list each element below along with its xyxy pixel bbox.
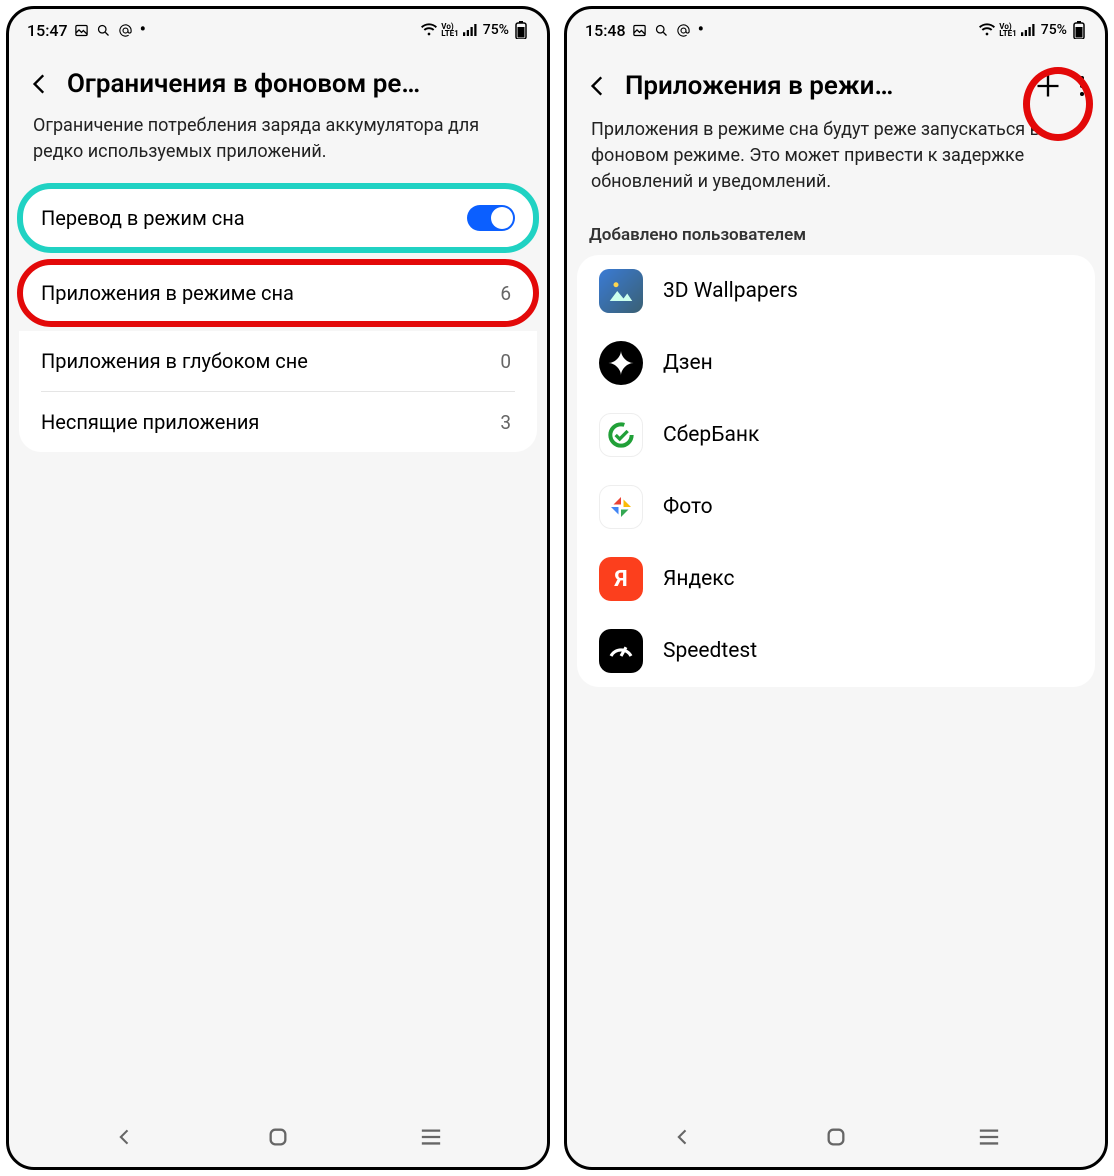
volte-icon: Vo)LTE1 xyxy=(999,23,1017,37)
row-label: Приложения в глубоком сне xyxy=(41,349,500,373)
row-count: 3 xyxy=(500,411,511,434)
row-label: Неспящие приложения xyxy=(41,410,500,434)
app-row[interactable]: СберБанк xyxy=(577,399,1095,471)
wifi-icon xyxy=(421,22,437,38)
signal-icon xyxy=(463,22,479,38)
app-icon-photos xyxy=(599,485,643,529)
sleep-mode-toggle-row[interactable]: Перевод в режим сна xyxy=(17,183,539,253)
section-header: Добавлено пользователем xyxy=(567,213,1105,251)
status-left: 15:47 • xyxy=(27,21,146,40)
app-name: Яндекс xyxy=(663,567,734,591)
battery-percent: 75% xyxy=(1041,22,1067,38)
app-name: Speedtest xyxy=(663,639,757,663)
battery-percent: 75% xyxy=(483,22,509,38)
app-row[interactable]: Я Яндекс xyxy=(577,543,1095,615)
at-icon xyxy=(676,22,692,38)
page-title: Приложения в режи… xyxy=(625,71,1017,101)
app-bar: Ограничения в фоновом ре… xyxy=(9,45,547,109)
at-icon xyxy=(118,22,134,38)
search-icon xyxy=(654,22,670,38)
page-title: Ограничения в фоновом ре… xyxy=(67,69,529,99)
nav-back-icon[interactable] xyxy=(105,1117,145,1157)
wifi-icon xyxy=(979,22,995,38)
signal-icon xyxy=(1021,22,1037,38)
status-time: 15:48 xyxy=(585,21,626,40)
row-count: 0 xyxy=(500,350,511,373)
app-row[interactable]: 3D Wallpapers xyxy=(577,255,1095,327)
back-icon[interactable] xyxy=(585,73,611,99)
status-bar: 15:47 • Vo)LTE1 75% xyxy=(9,9,547,45)
page-description: Приложения в режиме сна будут реже запус… xyxy=(567,113,1105,213)
dot-icon: • xyxy=(140,21,146,39)
toggle-switch[interactable] xyxy=(467,205,515,231)
apps-list: 3D Wallpapers Дзен СберБанк Фото Я Яндек… xyxy=(577,255,1095,687)
app-row[interactable]: Speedtest xyxy=(577,615,1095,687)
never-sleep-apps-row[interactable]: Неспящие приложения 3 xyxy=(19,392,537,452)
navigation-bar xyxy=(9,1111,547,1167)
battery-icon xyxy=(1071,22,1087,38)
status-left: 15:48 • xyxy=(585,21,704,40)
sleep-toggle-label: Перевод в режим сна xyxy=(41,206,467,230)
battery-icon xyxy=(513,22,529,38)
app-name: 3D Wallpapers xyxy=(663,279,798,303)
row-label: Приложения в режиме сна xyxy=(41,281,500,305)
nav-recents-icon[interactable] xyxy=(969,1117,1009,1157)
app-name: Дзен xyxy=(663,351,713,375)
image-icon xyxy=(74,22,90,38)
screen-sleeping-apps: 15:48 • Vo)LTE1 75% Приложения в режи… П… xyxy=(564,6,1108,1170)
row-count: 6 xyxy=(500,282,511,305)
sleeping-apps-row[interactable]: Приложения в режиме сна 6 xyxy=(17,259,539,327)
image-icon xyxy=(632,22,648,38)
navigation-bar xyxy=(567,1111,1105,1167)
app-icon-speedtest xyxy=(599,629,643,673)
more-icon[interactable] xyxy=(1079,74,1087,98)
status-time: 15:47 xyxy=(27,21,68,40)
app-icon-dzen xyxy=(599,341,643,385)
app-bar: Приложения в режи… xyxy=(567,45,1105,113)
app-row[interactable]: Дзен xyxy=(577,327,1095,399)
dot-icon: • xyxy=(698,21,704,39)
nav-home-icon[interactable] xyxy=(816,1117,856,1157)
app-icon-yandex: Я xyxy=(599,557,643,601)
app-icon-wallpapers xyxy=(599,269,643,313)
status-bar: 15:48 • Vo)LTE1 75% xyxy=(567,9,1105,45)
nav-recents-icon[interactable] xyxy=(411,1117,451,1157)
app-icon-sber xyxy=(599,413,643,457)
status-right: Vo)LTE1 75% xyxy=(979,22,1087,38)
search-icon xyxy=(96,22,112,38)
app-name: Фото xyxy=(663,495,713,519)
back-icon[interactable] xyxy=(27,71,53,97)
status-right: Vo)LTE1 75% xyxy=(421,22,529,38)
page-description: Ограничение потребления заряда аккумулят… xyxy=(9,109,547,183)
screen-background-limits: 15:47 • Vo)LTE1 75% Ограничения в фоново… xyxy=(6,6,550,1170)
app-name: СберБанк xyxy=(663,423,759,447)
nav-back-icon[interactable] xyxy=(663,1117,703,1157)
deep-sleep-apps-row[interactable]: Приложения в глубоком сне 0 xyxy=(19,331,537,391)
nav-home-icon[interactable] xyxy=(258,1117,298,1157)
add-button[interactable] xyxy=(1031,69,1065,103)
app-row[interactable]: Фото xyxy=(577,471,1095,543)
volte-icon: Vo)LTE1 xyxy=(441,23,459,37)
